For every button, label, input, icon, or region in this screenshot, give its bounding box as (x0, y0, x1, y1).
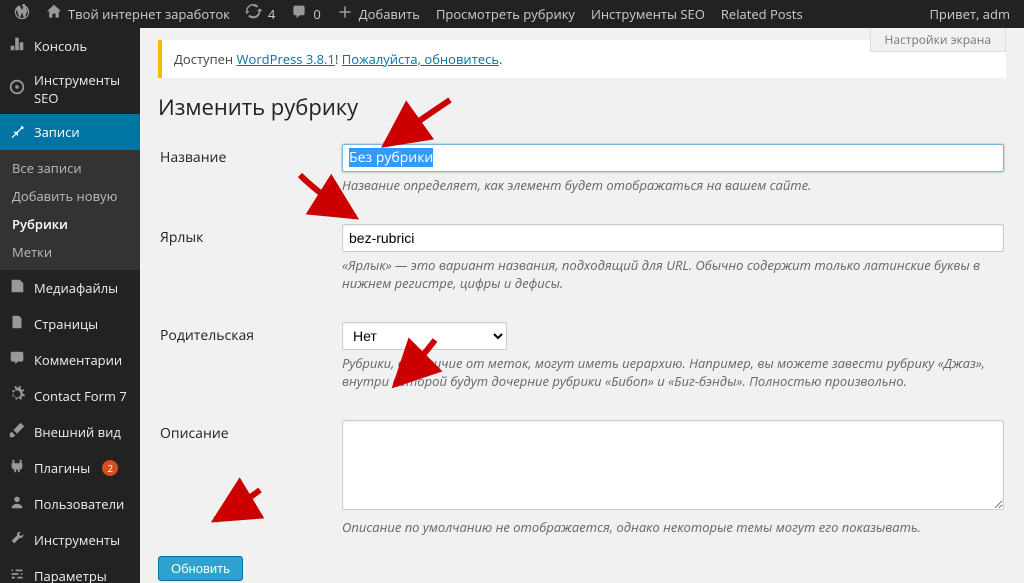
submenu-categories[interactable]: Рубрики (0, 210, 140, 238)
wp-version-link[interactable]: WordPress 3.8.1 (237, 50, 335, 68)
label-description: Описание (160, 410, 340, 554)
site-home[interactable]: Твой интернет заработок (38, 0, 238, 28)
parent-select[interactable]: Нет (342, 322, 507, 350)
label-slug: Ярлык (160, 214, 340, 310)
page-title: Изменить рубрику (140, 78, 1024, 132)
submenu-tags[interactable]: Метки (0, 238, 140, 266)
home-icon (46, 4, 62, 24)
updates-link[interactable]: 4 (238, 0, 283, 28)
screen-options-tab[interactable]: Настройки экрана (870, 28, 1006, 52)
slug-input[interactable] (342, 224, 1004, 252)
menu-settings[interactable]: Параметры (0, 558, 140, 583)
update-button[interactable]: Обновить (158, 556, 243, 581)
posts-submenu: Все записи Добавить новую Рубрики Метки (0, 150, 140, 270)
menu-dashboard[interactable]: Консоль (0, 28, 140, 64)
media-icon (8, 277, 26, 299)
brush-icon (8, 421, 26, 443)
seo-tools-link[interactable]: Инструменты SEO (583, 0, 713, 28)
menu-seo[interactable]: Инструменты SEO (0, 64, 140, 114)
view-category[interactable]: Просмотреть рубрику (428, 0, 583, 28)
desc-parent: Рубрики, в отличие от меток, могут иметь… (342, 354, 1004, 390)
update-icon (246, 4, 262, 24)
greeting: Привет, adm (929, 5, 1010, 23)
admin-menu: Консоль Инструменты SEO Записи Все запис… (0, 28, 140, 583)
pages-icon (8, 313, 26, 335)
desc-slug: «Ярлык» — это вариант названия, подходящ… (342, 256, 1004, 292)
comment-icon (291, 4, 307, 24)
admin-bar: Твой интернет заработок 4 0 Добавить Про… (0, 0, 1024, 28)
tools-icon (8, 529, 26, 551)
submenu-add-new[interactable]: Добавить новую (0, 182, 140, 210)
menu-pages[interactable]: Страницы (0, 306, 140, 342)
menu-comments[interactable]: Комментарии (0, 342, 140, 378)
plugins-badge: 2 (102, 460, 118, 476)
menu-users[interactable]: Пользователи (0, 486, 140, 522)
gear-icon (8, 385, 26, 407)
wp-logo[interactable] (6, 0, 38, 28)
users-icon (8, 493, 26, 515)
plus-icon (337, 4, 353, 24)
add-new-label: Добавить (359, 5, 420, 23)
settings-icon (8, 565, 26, 583)
my-account[interactable]: Привет, adm (921, 0, 1018, 28)
plugin-icon (8, 457, 26, 479)
please-update-link[interactable]: Пожалуйста, обновитесь (342, 50, 499, 68)
menu-cf7[interactable]: Contact Form 7 (0, 378, 140, 414)
add-new[interactable]: Добавить (329, 0, 428, 28)
menu-media[interactable]: Медиафайлы (0, 270, 140, 306)
content-area: Настройки экрана Доступен WordPress 3.8.… (140, 28, 1024, 583)
seo-icon (8, 78, 26, 100)
submenu-all-posts[interactable]: Все записи (0, 154, 140, 182)
menu-posts[interactable]: Записи (0, 114, 140, 150)
name-input[interactable]: Без рубрики (342, 144, 1004, 172)
label-name: Название (160, 134, 340, 212)
related-posts-link[interactable]: Related Posts (713, 0, 811, 28)
comments-link[interactable]: 0 (283, 0, 328, 28)
menu-plugins[interactable]: Плагины2 (0, 450, 140, 486)
menu-appearance[interactable]: Внешний вид (0, 414, 140, 450)
menu-tools[interactable]: Инструменты (0, 522, 140, 558)
description-textarea[interactable] (342, 420, 1004, 510)
label-parent: Родительская (160, 312, 340, 408)
comments-count: 0 (313, 5, 320, 23)
site-title: Твой интернет заработок (68, 5, 230, 23)
edit-form: Название Без рубрики Название определяет… (158, 132, 1006, 556)
updates-count: 4 (268, 5, 275, 23)
dashboard-icon (8, 35, 26, 57)
desc-description: Описание по умолчанию не отображается, о… (342, 518, 1004, 536)
wordpress-icon (14, 4, 30, 24)
comments-icon (8, 349, 26, 371)
pin-icon (8, 121, 26, 143)
desc-name: Название определяет, как элемент будет о… (342, 176, 1004, 194)
